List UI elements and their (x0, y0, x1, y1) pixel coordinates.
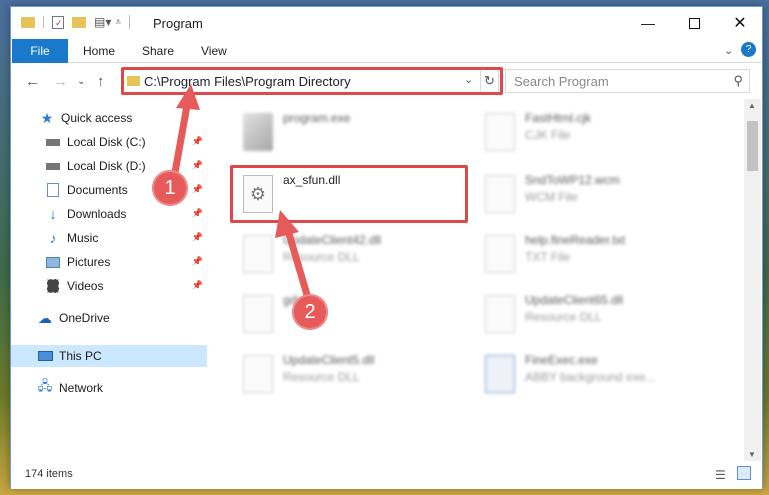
arrow-1-shaft (170, 99, 192, 179)
arrow-2-head (275, 210, 299, 238)
arrow-1-head (176, 84, 200, 110)
annotation-arrows (170, 84, 314, 306)
step-badge-1: 1 (152, 170, 188, 206)
step-badge-2: 2 (292, 294, 328, 330)
